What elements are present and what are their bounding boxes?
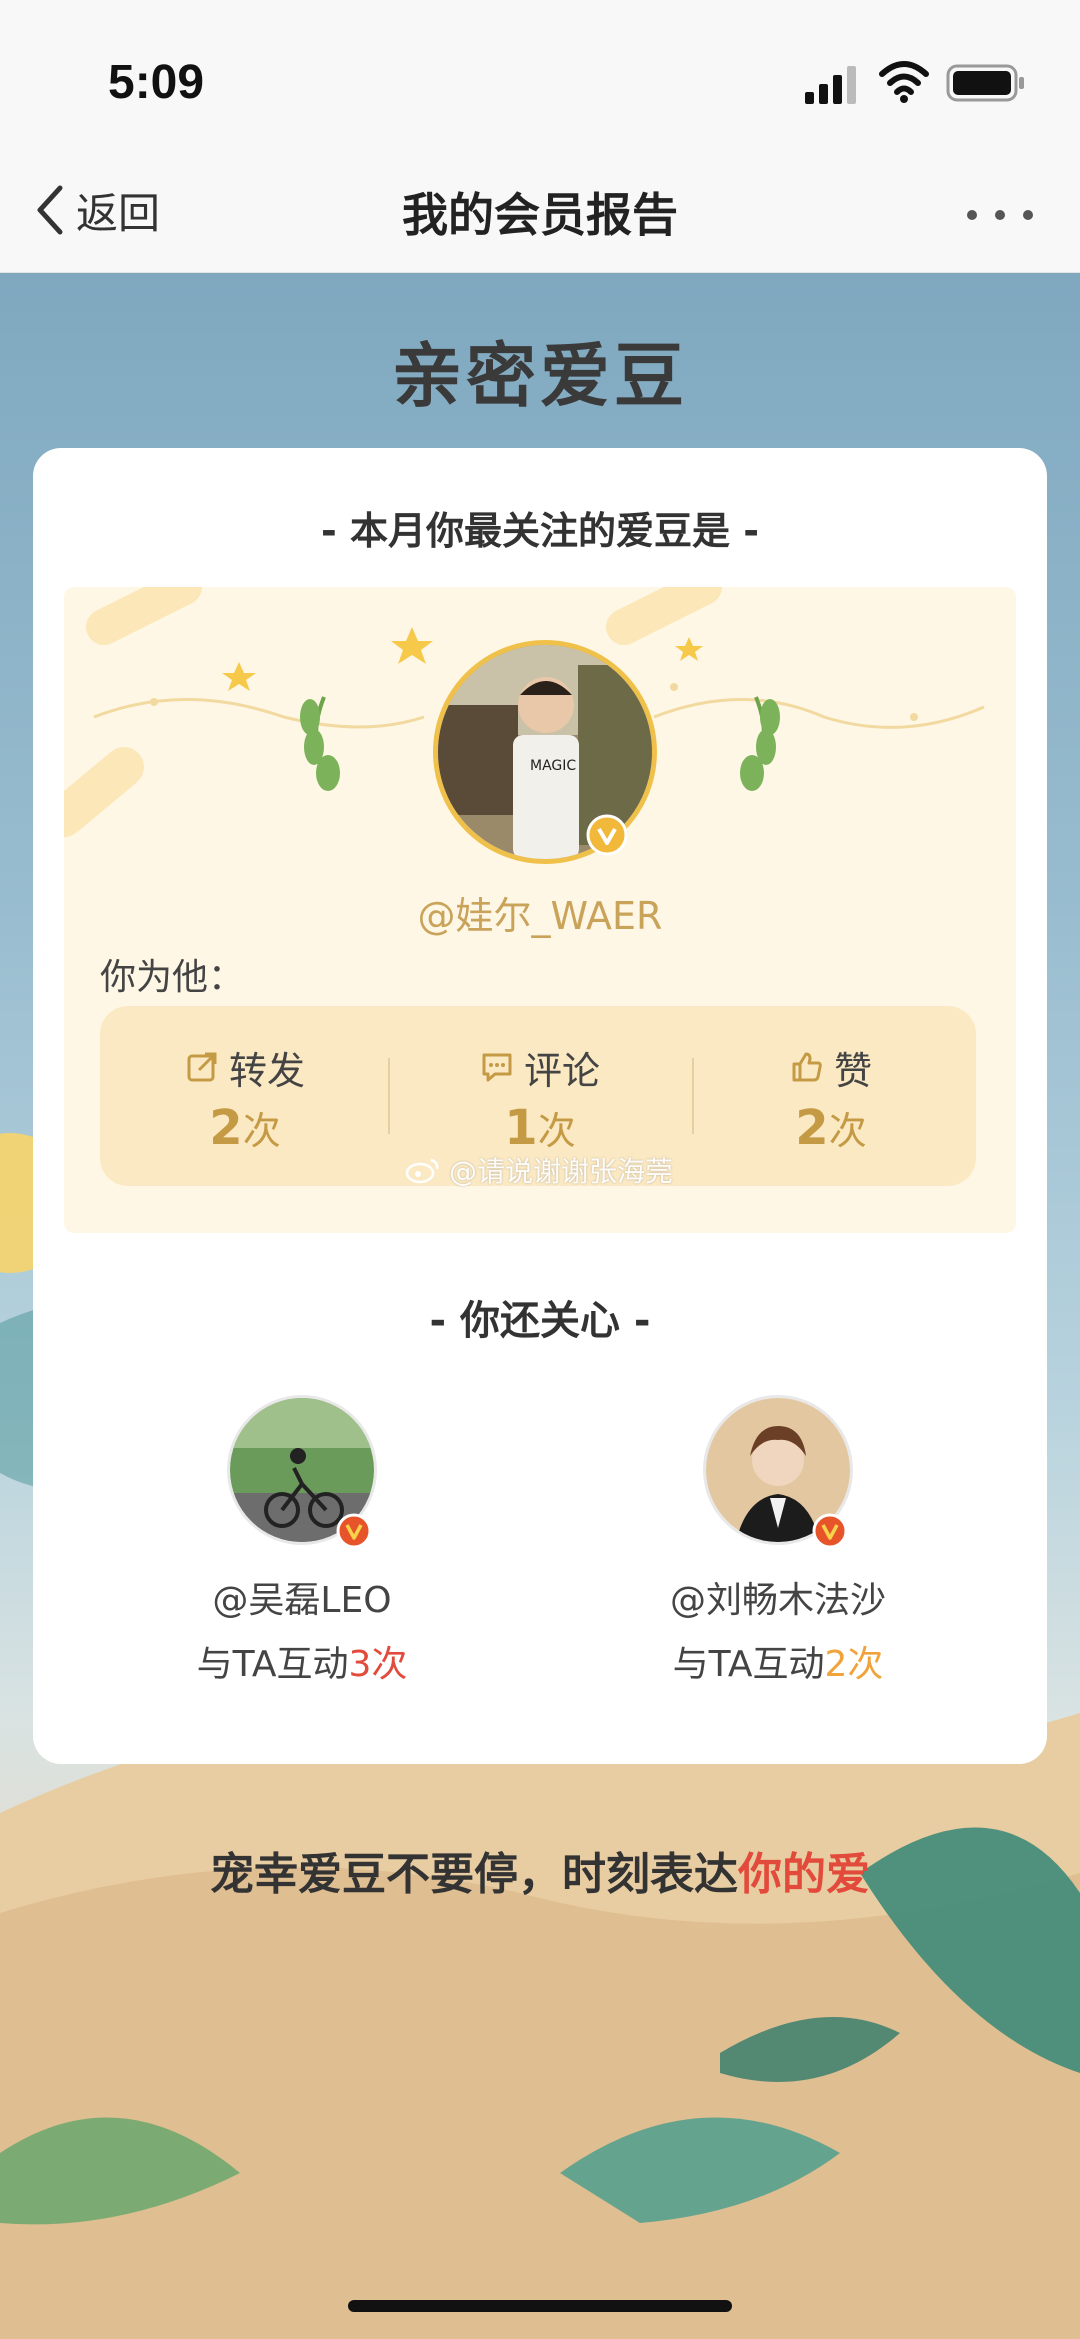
stat-repost: 转发 2次 [100, 1040, 390, 1156]
friend-name: @刘畅木法沙 [669, 1580, 886, 1621]
wifi-icon [879, 61, 929, 103]
watermark-text: @请说谢谢张海莞 [449, 1155, 674, 1188]
stat-like-value: 2 [795, 1100, 829, 1156]
slogan-highlight: 你的爱 [738, 1849, 870, 1900]
more-icon[interactable] [960, 185, 1040, 245]
stat-like-label: 赞 [833, 1048, 872, 1093]
stat-comment-unit: 次 [537, 1109, 576, 1153]
nav-bar: 返回 我的会员报告 [0, 155, 1080, 273]
card-subtitle: - 本月你最关注的爱豆是 - [320, 509, 759, 553]
comment-icon [482, 1053, 512, 1082]
also-care-title: - 你还关心 - [429, 1298, 651, 1344]
stat-repost-value: 2 [209, 1100, 243, 1156]
home-indicator[interactable] [348, 2300, 732, 2312]
signal-icon [805, 66, 856, 104]
page-title: 我的会员报告 [402, 188, 678, 242]
stat-repost-label: 转发 [228, 1048, 305, 1093]
friend-interaction: 与TA互动2次 [608, 1635, 948, 1687]
status-bar: 5:09 [0, 0, 1080, 155]
slogan-prefix: 宠幸爱豆不要停，时刻表达 [210, 1849, 738, 1900]
stat-comment: 评论 1次 [395, 1040, 685, 1156]
friend-interaction: 与TA互动3次 [132, 1635, 472, 1687]
footer-slogan: 宠幸爱豆不要停，时刻表达你的爱 [0, 1838, 1080, 1902]
interaction-prefix: 与TA互动 [672, 1644, 825, 1685]
like-icon [792, 1052, 822, 1082]
svg-text:MAGIC: MAGIC [530, 758, 576, 774]
interaction-prefix: 与TA互动 [196, 1644, 349, 1685]
stat-repost-unit: 次 [242, 1109, 281, 1153]
you-for-him-label: 你为他： [100, 957, 245, 998]
verified-badge-icon [812, 1513, 848, 1549]
weibo-icon [405, 1158, 439, 1184]
section-heading: 亲密爱豆 [392, 335, 688, 417]
verified-badge-icon [586, 814, 628, 856]
status-time: 5:09 [108, 56, 205, 109]
interaction-count: 3次 [348, 1644, 408, 1685]
verified-badge-icon [336, 1513, 372, 1549]
idol-name[interactable]: @娃尔_WAER [0, 885, 1080, 940]
watermark: @请说谢谢张海莞 [405, 1150, 673, 1190]
repost-icon [187, 1052, 217, 1082]
friend-item[interactable]: @刘畅木法沙 与TA互动2次 [608, 1395, 948, 1687]
friend-name: @吴磊LEO [212, 1580, 392, 1621]
stat-divider [388, 1058, 390, 1134]
friend-item[interactable]: @吴磊LEO 与TA互动3次 [132, 1395, 472, 1687]
stat-like: 赞 2次 [686, 1040, 976, 1156]
stat-comment-value: 1 [504, 1100, 538, 1156]
stat-like-unit: 次 [828, 1109, 867, 1153]
stat-comment-label: 评论 [523, 1048, 600, 1093]
battery-icon [946, 64, 1024, 102]
interaction-count: 2次 [824, 1644, 884, 1685]
